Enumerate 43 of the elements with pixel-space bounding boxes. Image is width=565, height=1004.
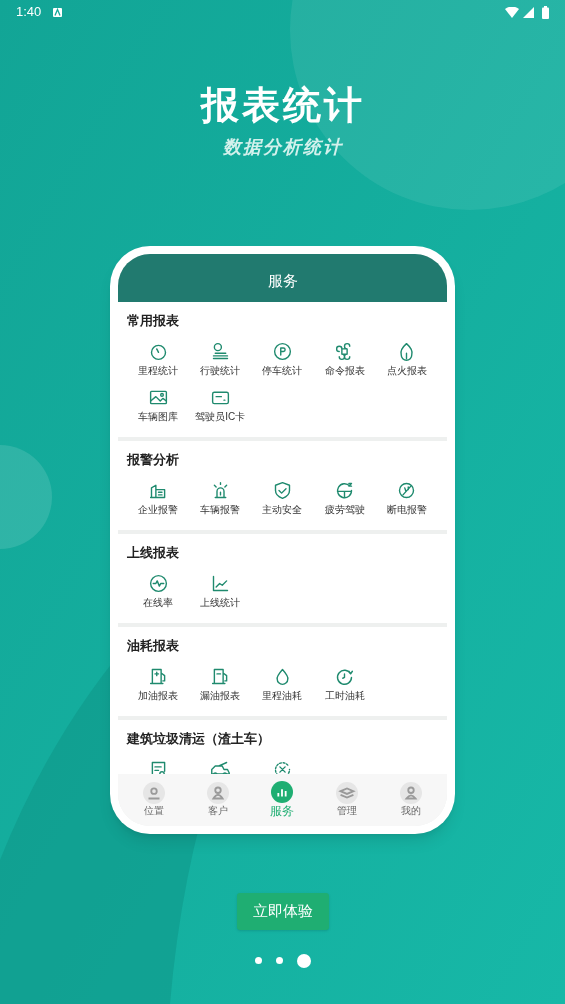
signal-icon bbox=[523, 6, 534, 18]
section-title: 建筑垃圾清运（渣土车） bbox=[127, 732, 271, 745]
section-title: 油耗报表 bbox=[127, 639, 180, 652]
report-link[interactable]: 主动安全 bbox=[262, 504, 303, 517]
truck-icon[interactable] bbox=[209, 759, 231, 774]
report-link[interactable]: 漏油报表 bbox=[200, 690, 241, 703]
headline-title: 报表统计 bbox=[200, 86, 365, 124]
wifi-icon bbox=[505, 6, 519, 18]
notification-icon bbox=[53, 7, 63, 17]
section-title: 上线报表 bbox=[127, 546, 180, 559]
pulse-icon[interactable] bbox=[147, 573, 169, 594]
nav-tab[interactable]: 管理 bbox=[322, 782, 371, 818]
screen-header: 服务 bbox=[118, 254, 447, 302]
battery-icon bbox=[542, 5, 549, 19]
report-link[interactable]: 工时油耗 bbox=[324, 690, 365, 703]
section-title: 常用报表 bbox=[127, 314, 180, 327]
report-link[interactable]: 企业报警 bbox=[138, 504, 179, 517]
report-link[interactable]: 里程油耗 bbox=[262, 690, 303, 703]
nav-tab[interactable]: 位置 bbox=[130, 782, 179, 818]
shield-icon[interactable] bbox=[272, 480, 293, 501]
nav-tab[interactable]: 我的 bbox=[386, 782, 435, 818]
status-time: 1:40 bbox=[16, 3, 42, 22]
parking-icon[interactable] bbox=[272, 341, 293, 362]
report-link[interactable]: 车辆图库 bbox=[138, 411, 179, 424]
section-title: 报警分析 bbox=[127, 453, 180, 466]
report-link[interactable]: 停车统计 bbox=[262, 365, 303, 378]
report-link[interactable]: 驾驶员IC卡 bbox=[195, 411, 246, 424]
report-link[interactable]: 命令报表 bbox=[324, 365, 365, 378]
report-link[interactable]: 行驶统计 bbox=[200, 365, 241, 378]
report-link[interactable]: 在线率 bbox=[143, 597, 174, 610]
person-icon bbox=[207, 782, 230, 805]
report-link[interactable]: 疲劳驾驶 bbox=[324, 504, 365, 517]
report-link[interactable]: 断电报警 bbox=[386, 504, 427, 517]
report-link[interactable]: 里程统计 bbox=[138, 365, 179, 378]
nav-tab[interactable]: 客户 bbox=[194, 782, 243, 818]
report-link[interactable]: 上线统计 bbox=[200, 597, 241, 610]
bar-chart-icon bbox=[271, 781, 294, 803]
report-link[interactable]: 点火报表 bbox=[386, 365, 427, 378]
person-icon bbox=[399, 782, 422, 805]
report-link[interactable]: 加油报表 bbox=[138, 690, 179, 703]
layers-icon bbox=[335, 782, 358, 805]
headline-subtitle: 数据分析统计 bbox=[222, 138, 343, 156]
report-link[interactable]: 车辆报警 bbox=[200, 504, 241, 517]
